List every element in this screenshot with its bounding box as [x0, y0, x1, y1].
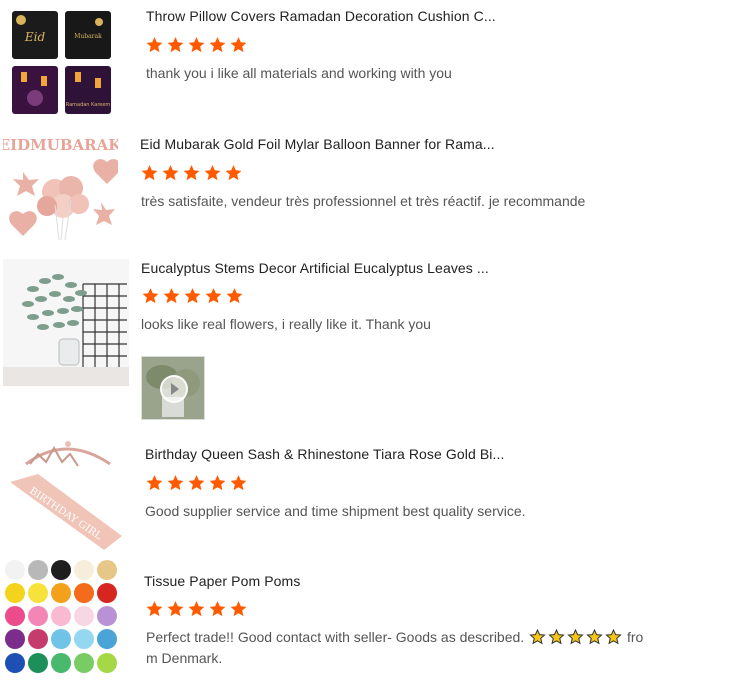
star-icon — [209, 475, 226, 491]
star-icon — [209, 37, 226, 53]
star-icon — [205, 288, 222, 304]
product-thumbnail[interactable] — [3, 259, 129, 386]
star-rating — [140, 164, 243, 182]
pom-poms-image — [2, 558, 120, 678]
product-thumbnail[interactable] — [2, 558, 120, 678]
star-icon — [146, 37, 163, 53]
star-icon — [204, 165, 221, 181]
review-comment: très satisfaite, vendeur très profession… — [141, 193, 586, 209]
star-icon — [146, 475, 163, 491]
star-emoji-icon — [567, 629, 584, 645]
product-title[interactable]: Eucalyptus Stems Decor Artificial Eucaly… — [141, 260, 489, 276]
star-icon — [188, 601, 205, 617]
review-video-thumbnail[interactable] — [141, 356, 205, 420]
star-rating — [145, 474, 248, 492]
star-icon — [142, 288, 159, 304]
star-icon — [183, 165, 200, 181]
star-icon — [230, 475, 247, 491]
star-icon — [146, 601, 163, 617]
emoji-stars — [528, 629, 627, 645]
star-rating — [141, 287, 244, 305]
pillow-text-2: Mubarak — [74, 33, 102, 40]
review-comment: Good supplier service and time shipment … — [145, 503, 526, 519]
pillow-text-3: Ramadan Kareem — [66, 102, 111, 108]
pillow-covers-image: Eid Mubarak Ramadan Kareem — [7, 6, 117, 118]
star-icon — [226, 288, 243, 304]
product-title[interactable]: Throw Pillow Covers Ramadan Decoration C… — [146, 8, 496, 24]
star-icon — [167, 37, 184, 53]
product-title[interactable]: Tissue Paper Pom Poms — [144, 573, 300, 589]
review-comment-text: Perfect trade!! Good contact with seller… — [146, 629, 525, 645]
star-icon — [184, 288, 201, 304]
star-icon — [230, 601, 247, 617]
review-comment: thank you i like all materials and worki… — [146, 65, 452, 81]
review-comment: Perfect trade!! Good contact with seller… — [146, 627, 676, 669]
product-thumbnail[interactable]: BIRTHDAY GIRL — [4, 434, 122, 552]
balloon-banner-image: EIDMUBARAK — [3, 130, 118, 242]
play-icon[interactable] — [160, 375, 188, 403]
star-icon — [141, 165, 158, 181]
product-title[interactable]: Birthday Queen Sash & Rhinestone Tiara R… — [145, 446, 504, 462]
star-icon — [225, 165, 242, 181]
star-rating — [145, 600, 248, 618]
star-emoji-icon — [548, 629, 565, 645]
review-comment: looks like real flowers, i really like i… — [141, 316, 431, 332]
star-emoji-icon — [529, 629, 546, 645]
star-emoji-icon — [605, 629, 622, 645]
star-icon — [167, 601, 184, 617]
product-title[interactable]: Eid Mubarak Gold Foil Mylar Balloon Bann… — [140, 136, 495, 152]
product-thumbnail[interactable]: EIDMUBARAK — [3, 130, 118, 242]
star-icon — [188, 475, 205, 491]
eucalyptus-image — [3, 259, 129, 386]
star-icon — [209, 601, 226, 617]
product-thumbnail[interactable]: Eid Mubarak Ramadan Kareem — [7, 6, 117, 118]
star-icon — [163, 288, 180, 304]
star-icon — [188, 37, 205, 53]
pillow-text-1: Eid — [24, 30, 46, 44]
star-emoji-icon — [586, 629, 603, 645]
sash-tiara-image: BIRTHDAY GIRL — [4, 434, 122, 552]
star-icon — [230, 37, 247, 53]
banner-text: EIDMUBARAK — [3, 136, 118, 154]
review-comment-text-tail-2: m Denmark. — [146, 650, 223, 666]
star-icon — [167, 475, 184, 491]
star-rating — [145, 36, 248, 54]
star-icon — [162, 165, 179, 181]
review-comment-text-tail: fro — [626, 629, 644, 645]
